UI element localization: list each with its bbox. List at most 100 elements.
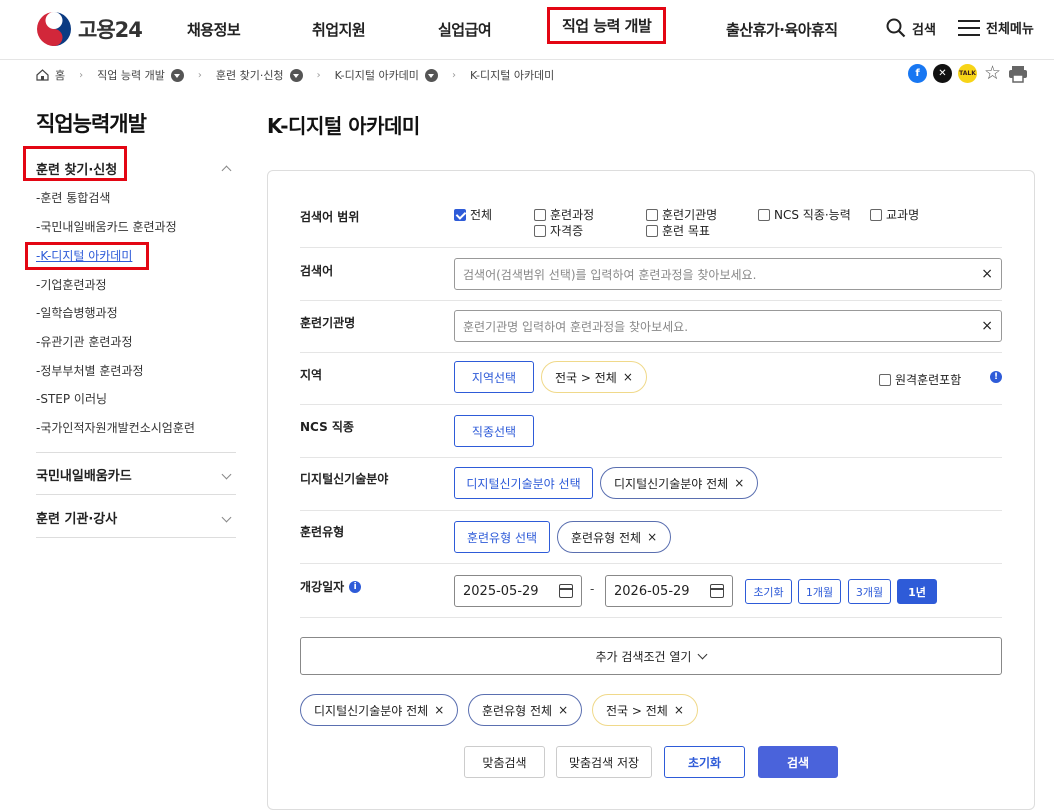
chevron-right-icon: › — [451, 69, 456, 81]
breadcrumb-label: K-디지털 아카데미 — [469, 69, 555, 82]
checkbox-ncs[interactable]: NCS 직종·능력 — [758, 206, 851, 223]
keyword-placeholder: 검색어(검색범위 선택)를 입력하여 훈련과정을 찾아보세요. — [463, 267, 757, 282]
nav-employment-support[interactable]: 취업지원 — [312, 19, 366, 40]
clear-icon[interactable]: × — [981, 318, 993, 334]
sidebar-item-work-study[interactable]: -일학습병행과정 — [36, 304, 118, 321]
checkbox-box[interactable] — [454, 208, 466, 221]
digital-select-button[interactable]: 디지털신기술분야 선택 — [454, 467, 593, 499]
more-conditions-button[interactable]: 추가 검색조건 열기 — [300, 637, 1002, 675]
facebook-icon[interactable]: f — [908, 64, 927, 83]
digital-chip[interactable]: 디지털신기술분야 전체 × — [600, 467, 759, 499]
period-1month-button[interactable]: 1개월 — [798, 579, 841, 604]
save-custom-search-button[interactable]: 맞춤검색 저장 — [556, 746, 652, 778]
checkbox-goal[interactable]: 훈련 목표 — [646, 222, 710, 239]
sidebar-group-label: 훈련 찾기·신청 — [36, 163, 118, 178]
search-button[interactable]: 검색 — [886, 18, 936, 38]
sidebar-item-naeil-card-course[interactable]: -국민내일배움카드 훈련과정 — [36, 218, 177, 235]
institution-placeholder: 훈련기관명 입력하여 훈련과정을 찾아보세요. — [463, 319, 689, 334]
period-reset-button[interactable]: 초기화 — [745, 579, 792, 604]
nav-vocational-training[interactable]: 직업 능력 개발 — [547, 7, 667, 44]
sidebar-item-ministry[interactable]: -정부부처별 훈련과정 — [36, 362, 144, 379]
search-submit-button[interactable]: 검색 — [758, 746, 838, 778]
calendar-icon[interactable] — [559, 584, 573, 598]
custom-search-button[interactable]: 맞춤검색 — [464, 746, 545, 778]
menu-label: 전체메뉴 — [986, 22, 1034, 37]
breadcrumb-label: 훈련 찾기·신청 — [215, 69, 284, 82]
nav-jobs[interactable]: 채용정보 — [187, 19, 241, 40]
print-icon[interactable] — [1008, 65, 1028, 83]
kakao-icon[interactable]: TALK — [958, 64, 977, 83]
summary-chip-region[interactable]: 전국 > 전체 × — [592, 694, 698, 726]
sidebar-item-integrated-search[interactable]: -훈련 통합검색 — [36, 189, 110, 206]
sidebar-item-consortium[interactable]: -국가인적자원개발컨소시엄훈련 — [36, 419, 195, 436]
info-icon[interactable]: ! — [990, 371, 1002, 383]
period-3month-button[interactable]: 3개월 — [848, 579, 891, 604]
end-date-input[interactable]: 2026-05-29 — [605, 575, 733, 607]
remove-icon[interactable]: × — [623, 370, 633, 384]
dropdown-icon[interactable] — [289, 68, 303, 82]
search-icon — [886, 18, 906, 38]
sidebar-group-naeil-card[interactable]: 국민내일배움카드 — [36, 465, 236, 484]
checkbox-subject[interactable]: 교과명 — [870, 206, 919, 223]
row-divider — [300, 300, 1002, 301]
remove-icon[interactable]: × — [734, 476, 744, 490]
breadcrumb-home[interactable]: 홈 — [36, 67, 65, 83]
summary-chip-digital[interactable]: 디지털신기술분야 전체 × — [300, 694, 459, 726]
all-menu-button[interactable]: 전체메뉴 — [958, 18, 1034, 37]
sidebar-item-related-agency[interactable]: -유관기관 훈련과정 — [36, 333, 132, 350]
checkbox-all[interactable]: 전체 — [454, 206, 492, 223]
breadcrumb-vocational[interactable]: 직업 능력 개발 — [97, 67, 184, 83]
sidebar-item-corporate-training[interactable]: -기업훈련과정 — [36, 276, 107, 293]
nav-unemployment-benefits[interactable]: 실업급여 — [438, 19, 492, 40]
summary-chip-type[interactable]: 훈련유형 전체 × — [468, 694, 583, 726]
sidebar-group-training-search[interactable]: 훈련 찾기·신청 — [36, 159, 236, 178]
institution-input[interactable]: 훈련기관명 입력하여 훈련과정을 찾아보세요. × — [454, 310, 1002, 342]
breadcrumb-label: 직업 능력 개발 — [97, 69, 165, 82]
type-select-button[interactable]: 훈련유형 선택 — [454, 521, 550, 553]
breadcrumb-training-search[interactable]: 훈련 찾기·신청 — [216, 67, 303, 83]
checkbox-course[interactable]: 훈련과정 — [534, 206, 594, 223]
row-divider — [300, 457, 1002, 458]
remove-icon[interactable]: × — [558, 703, 568, 717]
row-divider — [300, 617, 1002, 618]
remove-icon[interactable]: × — [647, 530, 657, 544]
sidebar-item-kdigital-academy[interactable]: -K-디지털 아카데미 — [36, 247, 132, 264]
breadcrumb-label: K-디지털 아카데미 — [334, 69, 419, 82]
ncs-select-button[interactable]: 직종선택 — [454, 415, 534, 447]
chevron-right-icon: › — [197, 69, 202, 81]
sidebar-group-institution[interactable]: 훈련 기관·강사 — [36, 508, 236, 527]
sidebar-item-step-elearning[interactable]: -STEP 이러닝 — [36, 390, 107, 407]
keyword-input[interactable]: 검색어(검색범위 선택)를 입력하여 훈련과정을 찾아보세요. × — [454, 258, 1002, 290]
type-chip[interactable]: 훈련유형 전체 × — [557, 521, 672, 553]
reset-button[interactable]: 초기화 — [664, 746, 745, 778]
sidebar-group-label: 국민내일배움카드 — [36, 469, 132, 484]
dropdown-icon[interactable] — [424, 68, 438, 82]
logo[interactable]: 고용24 — [36, 11, 143, 47]
period-1year-button[interactable]: 1년 — [897, 579, 937, 604]
chevron-down-icon — [221, 512, 232, 523]
chevron-right-icon: › — [79, 69, 84, 81]
logo-text: 고용24 — [78, 18, 143, 42]
region-chip[interactable]: 전국 > 전체 × — [541, 361, 647, 393]
clear-icon[interactable]: × — [981, 266, 993, 282]
region-select-button[interactable]: 지역선택 — [454, 361, 534, 393]
checkbox-institution[interactable]: 훈련기관명 — [646, 206, 717, 223]
x-icon[interactable]: ✕ — [933, 64, 952, 83]
star-icon[interactable]: ☆ — [983, 64, 1002, 83]
breadcrumb-label: 홈 — [55, 69, 66, 82]
start-date-input[interactable]: 2025-05-29 — [454, 575, 582, 607]
remote-training-checkbox[interactable]: 원격훈련포함 — [879, 371, 961, 388]
sidebar-divider — [36, 537, 236, 538]
row-divider — [300, 563, 1002, 564]
label-keyword: 검색어 — [300, 264, 334, 278]
calendar-icon[interactable] — [710, 584, 724, 598]
checkbox-license[interactable]: 자격증 — [534, 222, 583, 239]
breadcrumb-kdigital[interactable]: K-디지털 아카데미 — [335, 67, 438, 83]
dropdown-icon[interactable] — [170, 68, 184, 82]
nav-parental-leave[interactable]: 출산휴가·육아휴직 — [726, 19, 838, 40]
remove-icon[interactable]: × — [434, 703, 444, 717]
breadcrumb: 홈 › 직업 능력 개발 › 훈련 찾기·신청 › K-디지털 아카데미 › K… — [36, 66, 554, 84]
info-icon[interactable]: i — [349, 580, 362, 593]
remove-icon[interactable]: × — [674, 703, 684, 717]
label-digital: 디지털신기술분야 — [300, 472, 389, 486]
